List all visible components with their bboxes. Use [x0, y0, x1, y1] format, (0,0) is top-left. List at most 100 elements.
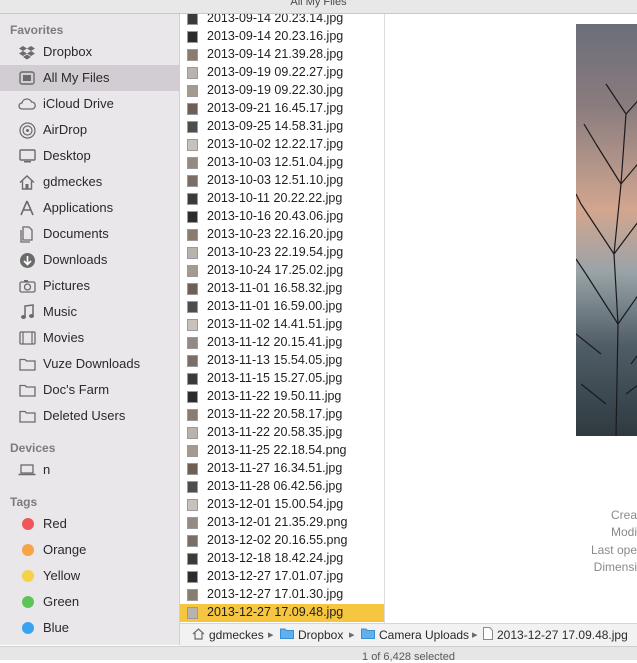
tag-color-dot-icon — [22, 622, 34, 634]
file-row[interactable]: 2013-12-18 18.42.24.jpg — [180, 550, 384, 568]
file-row[interactable]: 2013-10-23 22.16.20.jpg — [180, 226, 384, 244]
tag-label: Yellow — [43, 568, 81, 583]
file-row[interactable]: 2013-10-24 17.25.02.jpg — [180, 262, 384, 280]
file-row[interactable]: 2013-09-14 21.39.28.jpg — [180, 46, 384, 64]
file-name: 2013-10-11 20.22.22.jpg — [207, 191, 343, 205]
file-row[interactable]: 2013-11-28 06.42.56.jpg — [180, 478, 384, 496]
file-thumbnail-icon — [187, 607, 198, 619]
crumb-file[interactable]: 2013-12-27 17.09.48.jpg — [483, 627, 628, 643]
file-thumbnail-icon — [187, 463, 198, 475]
tag-yellow[interactable]: Yellow — [0, 563, 179, 589]
file-row[interactable]: 2013-12-02 20.16.55.png — [180, 532, 384, 550]
sidebar-item-applications[interactable]: Applications — [0, 195, 179, 221]
tag-green[interactable]: Green — [0, 589, 179, 615]
sidebar-item-doc-s-farm[interactable]: Doc's Farm — [0, 377, 179, 403]
crumb-camera-uploads[interactable]: Camera Uploads — [361, 627, 469, 643]
tree-silhouette-image — [576, 83, 637, 436]
sidebar-item-airdrop[interactable]: AirDrop — [0, 117, 179, 143]
sidebar-item-icloud-drive[interactable]: iCloud Drive — [0, 91, 179, 117]
file-row[interactable]: 2013-11-22 20.58.17.jpg — [180, 406, 384, 424]
file-list[interactable]: 2013-09-14 20.23.14.jpg 2013-09-14 20.23.… — [180, 14, 385, 623]
file-name: 2013-10-23 22.16.20.jpg — [207, 227, 344, 241]
sidebar-item-label: Dropbox — [43, 44, 93, 59]
status-bar: 1 of 6,428 selected — [0, 646, 637, 663]
file-name: 2013-11-25 22.18.54.png — [207, 443, 347, 457]
file-row[interactable]: 2013-12-01 15.00.54.jpg — [180, 496, 384, 514]
file-row[interactable]: 2013-09-14 20.23.14.jpg — [180, 14, 384, 28]
file-name: 2013-12-27 17.01.30.jpg — [207, 587, 344, 601]
sidebar-item-documents[interactable]: Documents — [0, 221, 179, 247]
file-thumbnail-icon — [187, 481, 198, 493]
file-row[interactable]: 2013-10-03 12.51.10.jpg — [180, 172, 384, 190]
file-row[interactable]: 2013-11-12 20.15.41.jpg — [180, 334, 384, 352]
file-row[interactable]: 2013-12-27 17.01.07.jpg — [180, 568, 384, 586]
file-thumbnail-icon — [187, 499, 198, 511]
sidebar-item-label: Desktop — [43, 148, 91, 163]
sidebar-item-label: n — [43, 462, 51, 477]
file-name: 2013-10-03 12.51.10.jpg — [207, 173, 344, 187]
file-row[interactable]: 2013-11-01 16.59.00.jpg — [180, 298, 384, 316]
folder-icon — [18, 407, 36, 425]
file-row[interactable]: 2013-10-02 12.22.17.jpg — [180, 136, 384, 154]
file-row[interactable]: 2013-11-13 15.54.05.jpg — [180, 352, 384, 370]
sidebar-item-all-my-files[interactable]: All My Files — [0, 65, 179, 91]
file-thumbnail-icon — [187, 103, 198, 115]
file-row[interactable]: 2013-09-19 09.22.27.jpg — [180, 64, 384, 82]
file-row[interactable]: 2013-12-27 17.09.48.jpg — [180, 604, 384, 622]
file-thumbnail-icon — [187, 14, 198, 25]
preview-image — [576, 24, 637, 436]
file-row[interactable]: 2013-11-22 19.50.11.jpg — [180, 388, 384, 406]
file-thumbnail-icon — [187, 553, 198, 565]
music-note-icon — [18, 303, 36, 321]
file-row[interactable]: 2013-10-23 22.19.54.jpg — [180, 244, 384, 262]
tag-color-dot-icon — [22, 570, 34, 582]
crumb-label: gdmeckes — [209, 628, 264, 642]
sidebar-item-pictures[interactable]: Pictures — [0, 273, 179, 299]
sidebar-item-downloads[interactable]: Downloads — [0, 247, 179, 273]
file-row[interactable]: 2013-11-02 14.41.51.jpg — [180, 316, 384, 334]
sidebar-item-label: Downloads — [43, 252, 108, 267]
file-row[interactable]: 2013-10-03 12.51.04.jpg — [180, 154, 384, 172]
tag-red[interactable]: Red — [0, 511, 179, 537]
file-thumbnail-icon — [187, 265, 198, 277]
file-row[interactable]: 2013-09-14 20.23.16.jpg — [180, 28, 384, 46]
file-row[interactable]: 2013-12-01 21.35.29.png — [180, 514, 384, 532]
sidebar-item-dropbox[interactable]: Dropbox — [0, 39, 179, 65]
file-row[interactable]: 2013-11-22 20.58.35.jpg — [180, 424, 384, 442]
file-row[interactable]: 2013-11-15 15.27.05.jpg — [180, 370, 384, 388]
file-row[interactable]: 2013-11-01 16.58.32.jpg — [180, 280, 384, 298]
sidebar-item-n[interactable]: n — [0, 457, 179, 483]
sidebar-item-label: Doc's Farm — [43, 382, 110, 397]
crumb-home[interactable]: gdmeckes — [192, 627, 264, 643]
file-row[interactable]: 2013-10-16 20.43.06.jpg — [180, 208, 384, 226]
file-row[interactable]: 2013-12-27 17.01.30.jpg — [180, 586, 384, 604]
file-thumbnail-icon — [187, 571, 198, 583]
sidebar-item-music[interactable]: Music — [0, 299, 179, 325]
sidebar-item-movies[interactable]: Movies — [0, 325, 179, 351]
sidebar-item-gdmeckes[interactable]: gdmeckes — [0, 169, 179, 195]
file-row[interactable]: 2013-11-25 22.18.54.png — [180, 442, 384, 460]
file-row[interactable]: 2013-11-27 16.34.51.jpg — [180, 460, 384, 478]
file-name: 2013-11-13 15.54.05.jpg — [207, 353, 343, 367]
file-row[interactable]: 2013-09-21 16.45.17.jpg — [180, 100, 384, 118]
sidebar-item-desktop[interactable]: Desktop — [0, 143, 179, 169]
file-row[interactable]: 2013-09-25 14.58.31.jpg — [180, 118, 384, 136]
file-name: 2013-11-12 20.15.41.jpg — [207, 335, 343, 349]
sidebar-item-label: AirDrop — [43, 122, 88, 137]
dimensions-label: Dimensi — [593, 560, 637, 574]
file-row[interactable]: 2013-09-19 09.22.30.jpg — [180, 82, 384, 100]
favorites-header: Favorites — [10, 23, 64, 37]
folder-icon — [18, 355, 36, 373]
file-thumbnail-icon — [187, 391, 198, 403]
file-name: 2013-11-01 16.59.00.jpg — [207, 299, 343, 313]
file-thumbnail-icon — [187, 31, 198, 43]
file-name: 2013-11-02 14.41.51.jpg — [207, 317, 343, 331]
sidebar-item-deleted-users[interactable]: Deleted Users — [0, 403, 179, 429]
tags-header: Tags — [10, 495, 38, 509]
crumb-dropbox[interactable]: Dropbox — [280, 627, 343, 643]
file-row[interactable]: 2013-10-11 20.22.22.jpg — [180, 190, 384, 208]
file-name: 2013-11-27 16.34.51.jpg — [207, 461, 343, 475]
tag-orange[interactable]: Orange — [0, 537, 179, 563]
tag-blue[interactable]: Blue — [0, 615, 179, 641]
sidebar-item-vuze-downloads[interactable]: Vuze Downloads — [0, 351, 179, 377]
